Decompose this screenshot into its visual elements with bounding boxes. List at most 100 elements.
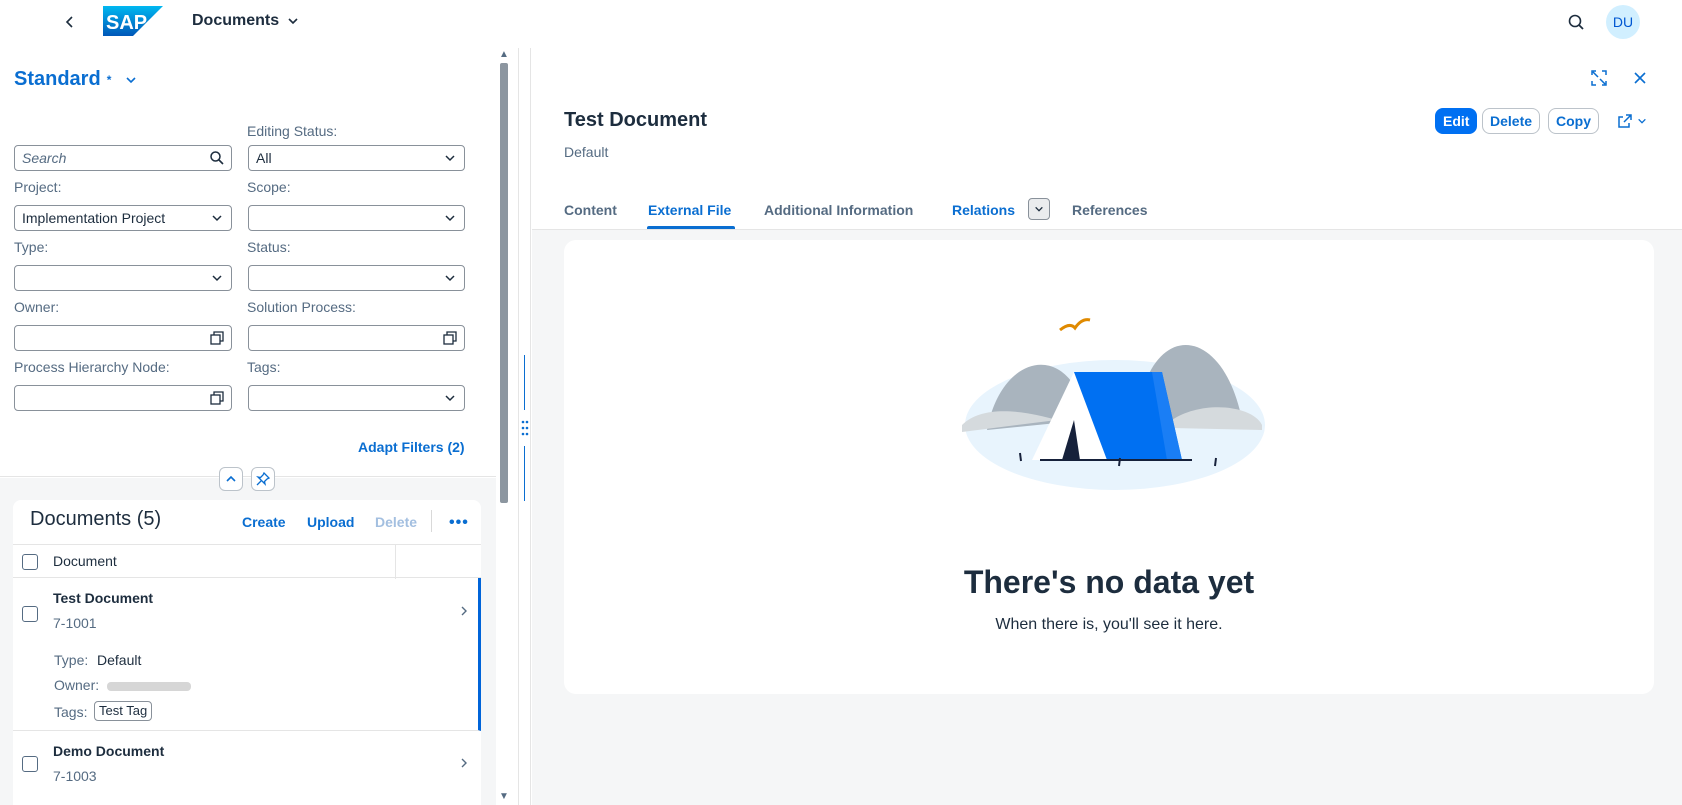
share-menu-button[interactable] bbox=[1610, 110, 1654, 132]
header-divider bbox=[0, 476, 496, 477]
table-row[interactable]: Demo Document 7-1003 bbox=[13, 731, 481, 805]
chevron-down-icon bbox=[442, 150, 458, 166]
type-select[interactable] bbox=[14, 265, 232, 291]
shell-search-button[interactable] bbox=[1566, 12, 1588, 34]
splitter-line bbox=[524, 355, 525, 410]
process-hierarchy-input[interactable] bbox=[14, 385, 232, 411]
documents-title: Documents (5) bbox=[30, 508, 162, 530]
row-type-label: Type: bbox=[54, 652, 89, 668]
scroll-up-icon[interactable]: ▲ bbox=[498, 50, 510, 60]
project-value: Implementation Project bbox=[22, 210, 166, 226]
shell-bar: SAP Documents DU bbox=[0, 0, 1682, 44]
upload-button[interactable]: Upload bbox=[307, 514, 354, 530]
close-icon bbox=[1634, 72, 1646, 84]
row-document-name: Test Document bbox=[53, 590, 154, 606]
create-button[interactable]: Create bbox=[242, 514, 286, 530]
value-help-icon[interactable] bbox=[209, 330, 225, 346]
column-separator bbox=[395, 545, 396, 579]
chevron-down-icon bbox=[126, 76, 136, 83]
full-screen-icon bbox=[1591, 70, 1607, 86]
back-button[interactable] bbox=[60, 12, 80, 32]
page-subtitle: Default bbox=[564, 144, 609, 160]
user-avatar[interactable]: DU bbox=[1606, 5, 1640, 39]
owner-input[interactable] bbox=[14, 325, 232, 351]
layout-splitter[interactable] bbox=[518, 48, 531, 805]
detail-page: Test Document Default Edit Delete Copy C… bbox=[532, 48, 1682, 805]
tab-relations[interactable]: Relations bbox=[952, 202, 1015, 218]
solution-process-input[interactable] bbox=[248, 325, 465, 351]
tab-external-file[interactable]: External File bbox=[648, 202, 731, 218]
object-header: Test Document Default Edit Delete Copy C… bbox=[532, 48, 1682, 230]
process-hierarchy-label: Process Hierarchy Node: bbox=[14, 359, 170, 375]
row-owner-redacted bbox=[107, 682, 191, 691]
scope-select[interactable] bbox=[248, 205, 465, 231]
page-title: Test Document bbox=[564, 109, 707, 131]
search-placeholder: Search bbox=[22, 150, 67, 166]
tab-content[interactable]: Content bbox=[564, 202, 617, 218]
more-actions-icon[interactable]: ••• bbox=[449, 514, 469, 532]
scroll-down-icon[interactable]: ▼ bbox=[498, 792, 510, 802]
documents-table: Documents (5) Create Upload Delete ••• D… bbox=[13, 500, 481, 805]
chevron-down-icon bbox=[442, 210, 458, 226]
variant-name: Standard bbox=[14, 68, 101, 90]
tab-additional-information[interactable]: Additional Information bbox=[764, 202, 913, 218]
table-row[interactable]: Test Document 7-1001 Type: Default Owner… bbox=[13, 578, 481, 731]
tent-illustration bbox=[962, 318, 1265, 490]
chevron-down-icon bbox=[1035, 206, 1043, 212]
row-owner-label: Owner: bbox=[54, 677, 100, 693]
chevron-right-icon bbox=[458, 604, 470, 616]
relations-menu-button[interactable] bbox=[1028, 198, 1050, 220]
active-tab-indicator bbox=[647, 226, 735, 229]
select-all-checkbox[interactable] bbox=[22, 554, 38, 570]
project-select[interactable]: Implementation Project bbox=[14, 205, 232, 231]
chevron-down-icon bbox=[442, 390, 458, 406]
share-icon bbox=[1618, 114, 1632, 128]
collapse-header-button[interactable] bbox=[219, 467, 243, 491]
row-type-value: Default bbox=[97, 652, 142, 668]
chevron-up-icon bbox=[226, 475, 236, 482]
app-title-menu[interactable]: Documents bbox=[192, 12, 299, 30]
scrollbar-thumb[interactable] bbox=[500, 63, 508, 503]
type-label: Type: bbox=[14, 239, 49, 255]
tags-select[interactable] bbox=[248, 385, 465, 411]
variant-selector[interactable]: Standard * bbox=[14, 68, 137, 91]
project-label: Project: bbox=[14, 179, 62, 195]
toolbar-separator bbox=[431, 510, 432, 532]
pin-header-button[interactable] bbox=[251, 467, 275, 491]
chevron-down-icon bbox=[1638, 118, 1646, 124]
empty-state-card: There's no data yet When there is, you'l… bbox=[564, 240, 1654, 694]
app-title: Documents bbox=[192, 12, 280, 29]
sap-logo[interactable]: SAP bbox=[103, 6, 163, 36]
close-button[interactable] bbox=[1629, 67, 1651, 89]
row-checkbox[interactable] bbox=[22, 756, 38, 772]
empty-state-title: There's no data yet bbox=[963, 564, 1255, 600]
row-document-id: 7-1003 bbox=[53, 768, 97, 784]
chevron-left-icon bbox=[65, 16, 73, 28]
search-input[interactable]: Search bbox=[14, 145, 232, 171]
status-label: Status: bbox=[247, 239, 291, 255]
adapt-filters-button[interactable]: Adapt Filters (2) bbox=[358, 439, 465, 455]
value-help-icon[interactable] bbox=[209, 390, 225, 406]
left-scrollbar[interactable]: ▲ ▼ bbox=[496, 48, 512, 805]
full-screen-button[interactable] bbox=[1588, 67, 1610, 89]
edit-button[interactable]: Edit bbox=[1435, 108, 1478, 134]
delete-document-button[interactable]: Delete bbox=[1482, 108, 1541, 134]
delete-button[interactable]: Delete bbox=[375, 514, 417, 530]
editing-status-select[interactable]: All bbox=[248, 145, 465, 171]
empty-state-subtitle: When there is, you'll see it here. bbox=[995, 616, 1223, 633]
row-tag: Test Tag bbox=[94, 701, 153, 721]
chevron-down-icon bbox=[288, 18, 298, 25]
grip-icon[interactable] bbox=[520, 418, 530, 438]
editing-status-label: Editing Status: bbox=[247, 123, 338, 139]
solution-process-label: Solution Process: bbox=[247, 299, 356, 315]
status-select[interactable] bbox=[248, 265, 465, 291]
tab-references[interactable]: References bbox=[1072, 202, 1148, 218]
column-header-document[interactable]: Document bbox=[53, 553, 117, 569]
pin-icon bbox=[256, 472, 270, 486]
row-document-name: Demo Document bbox=[53, 743, 165, 759]
row-checkbox[interactable] bbox=[22, 606, 38, 622]
value-help-icon[interactable] bbox=[442, 330, 458, 346]
copy-button[interactable]: Copy bbox=[1548, 108, 1599, 134]
search-icon[interactable] bbox=[209, 150, 225, 166]
chevron-down-icon bbox=[209, 270, 225, 286]
